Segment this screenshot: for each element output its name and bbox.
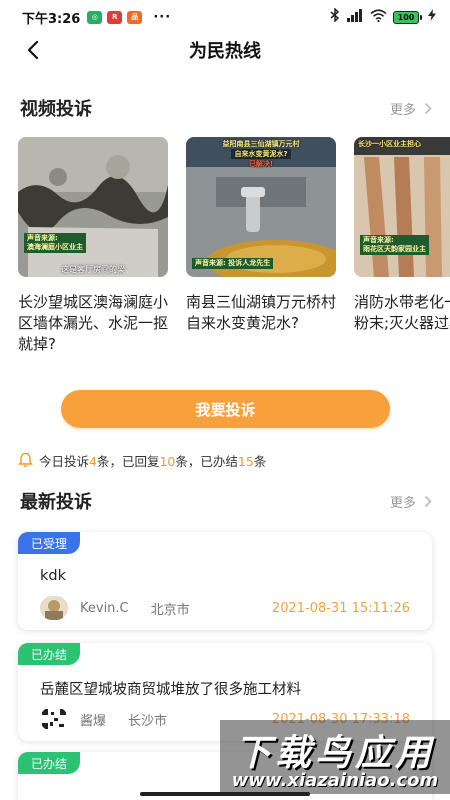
video-thumbnail[interactable]: 益阳南县三仙湖镇万元村 自来水变黄泥水? 已解决! 声音来源: 投诉人龙先生: [186, 137, 336, 277]
video-thumbnail[interactable]: 声音来源: 澳海澜庭小区业主 这是客厅房间的梁: [18, 137, 168, 277]
video-source-tag: 声音来源: 澳海澜庭小区业主: [24, 233, 86, 253]
video-title[interactable]: 消防水带老化一捏就成粉末;灭火器过期!: [354, 292, 450, 334]
charging-icon: [428, 9, 436, 25]
stats-done: 15: [237, 453, 254, 469]
complaint-user: Kevin.C: [80, 600, 129, 616]
latest-more-link[interactable]: 更多: [390, 492, 432, 511]
latest-section-header: 最新投诉 更多: [20, 489, 432, 513]
complaint-card[interactable]: 已受理 kdk Kevin.C 北京市 2021-08-31 15:11:26: [18, 532, 432, 630]
avatar: [40, 596, 68, 620]
more-label: 更多: [389, 495, 416, 511]
status-badge: 已受理: [18, 532, 81, 554]
video-source-tag: 声音来源: 雨花区天韵家园业主: [360, 235, 429, 255]
video-section-title: 视频投诉: [20, 99, 92, 120]
complaint-user: 酱爆: [80, 713, 107, 729]
stats-replied: 10: [159, 453, 176, 469]
wechat-icon: ◎: [87, 10, 103, 24]
video-thumbnail[interactable]: 长沙一小区业主担心 声音来源: 雨花区天韵家园业主: [354, 137, 450, 277]
video-headline: 益阳南县三仙湖镇万元村 自来水变黄泥水? 已解决!: [222, 140, 300, 168]
bluetooth-icon: [330, 7, 340, 26]
nav-bar: 为民热线: [0, 34, 450, 66]
file-complaint-button[interactable]: 我要投诉: [61, 390, 390, 428]
complaint-time: 2021-08-31 15:11:26: [271, 600, 410, 616]
status-badge: 已办结: [18, 643, 81, 665]
complaint-title: kdk: [40, 568, 66, 584]
stats-text: 今日投诉4条，已回复10条，已办结15条: [39, 453, 267, 469]
news-app-icon: R: [107, 10, 123, 24]
shop-app-icon: 品: [127, 10, 143, 24]
video-source-tag: 声音来源: 投诉人龙先生: [192, 258, 274, 269]
chevron-right-icon: [424, 102, 432, 114]
video-more-link[interactable]: 更多: [390, 99, 432, 118]
watermark-logo: 下载鸟应用: [234, 733, 435, 774]
status-badge: 已办结: [18, 752, 81, 774]
status-bar: 下午3:26 ◎ R 品 ··· 100: [0, 0, 450, 34]
video-caption: 这是客厅房间的梁: [61, 265, 125, 274]
page-title: 为民热线: [189, 41, 261, 62]
more-notifications-icon: ···: [153, 9, 172, 25]
signal-icon: [346, 8, 364, 26]
battery-icon: 100: [393, 10, 422, 24]
more-label: 更多: [389, 102, 416, 118]
bell-icon: [18, 452, 33, 468]
complaint-city: 北京市: [150, 602, 190, 618]
home-indicator[interactable]: [140, 792, 310, 796]
video-card[interactable]: 声音来源: 澳海澜庭小区业主 这是客厅房间的梁 长沙望城区澳海澜庭小区墙体漏光、…: [18, 137, 168, 357]
complaint-city: 长沙市: [128, 713, 168, 729]
complaint-meta: Kevin.C 北京市 2021-08-31 15:11:26: [40, 596, 410, 620]
video-title[interactable]: 南县三仙湖镇万元桥村自来水变黄泥水?: [186, 292, 336, 334]
site-watermark: 下载鸟应用 www.xiazainiao.com: [220, 720, 450, 794]
stats-today: 4: [89, 453, 97, 469]
status-time: 下午3:26: [22, 11, 81, 27]
complaint-title: 岳麓区望城坡商贸城堆放了很多施工材料: [40, 682, 301, 698]
watermark-url: www.xiazainiao.com: [231, 770, 439, 791]
video-headline: 长沙一小区业主担心: [358, 140, 421, 148]
video-title[interactable]: 长沙望城区澳海澜庭小区墙体漏光、水泥一抠就掉?: [18, 292, 168, 355]
battery-level: 100: [393, 10, 419, 24]
video-section-header: 视频投诉 更多: [20, 96, 432, 120]
video-card[interactable]: 益阳南县三仙湖镇万元村 自来水变黄泥水? 已解决! 声音来源: 投诉人龙先生 南…: [186, 137, 336, 357]
video-list[interactable]: 声音来源: 澳海澜庭小区业主 这是客厅房间的梁 长沙望城区澳海澜庭小区墙体漏光、…: [18, 137, 450, 357]
complaint-stats: 今日投诉4条，已回复10条，已办结15条: [18, 450, 266, 470]
latest-section-title: 最新投诉: [20, 492, 92, 513]
chevron-left-icon: [27, 40, 39, 60]
video-card[interactable]: 长沙一小区业主担心 声音来源: 雨花区天韵家园业主 消防水带老化一捏就成粉末;灭…: [354, 137, 450, 357]
avatar: [40, 707, 68, 731]
wifi-icon: [370, 8, 387, 26]
back-button[interactable]: [20, 36, 46, 64]
chevron-right-icon: [424, 495, 432, 507]
